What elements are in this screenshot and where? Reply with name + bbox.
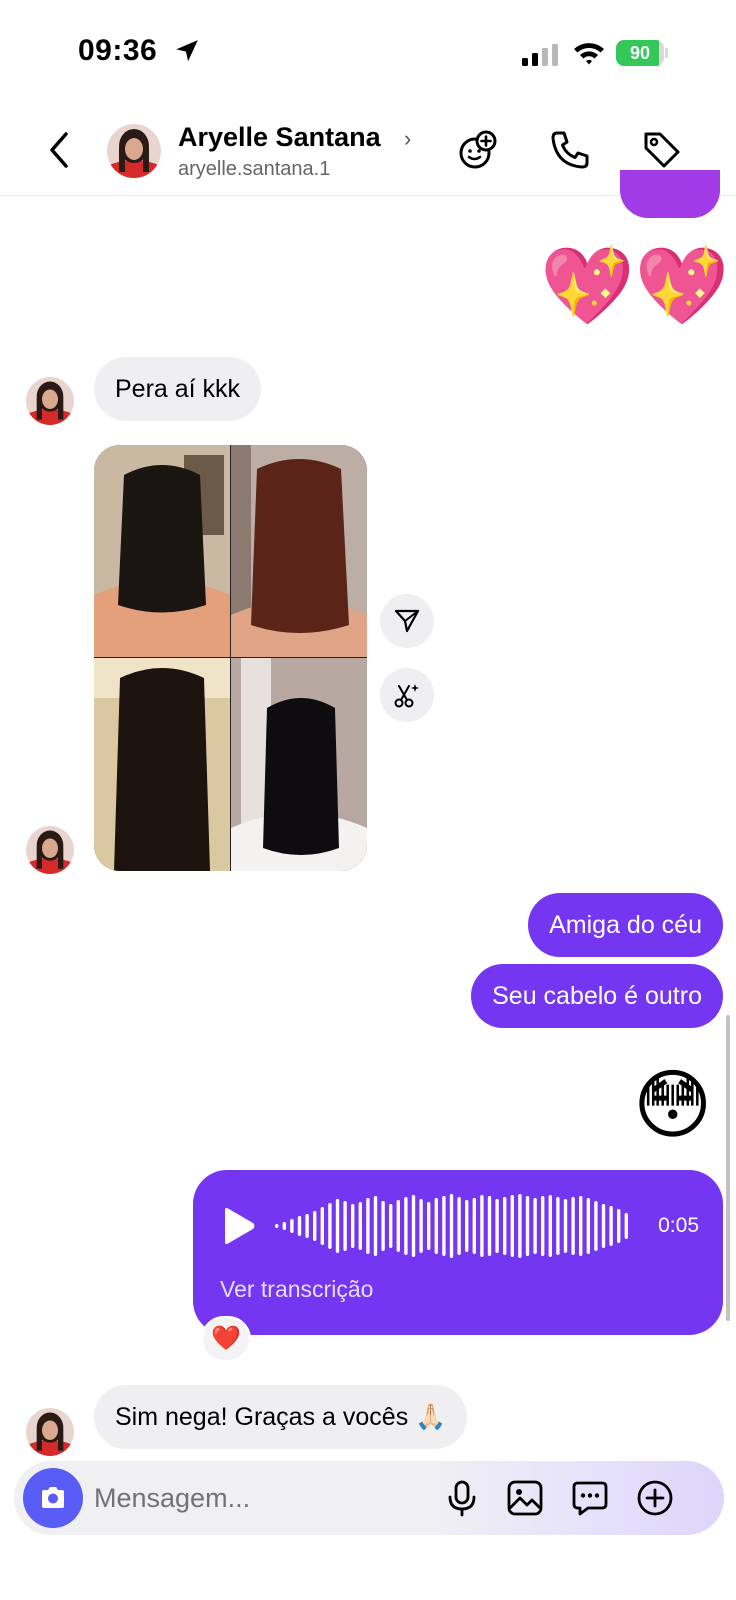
status-time: 09:36: [78, 34, 158, 67]
add-sticker-icon[interactable]: [456, 128, 500, 172]
emoji-message-flushed[interactable]: 😳: [633, 1063, 712, 1149]
waveform-bar: [434, 1198, 438, 1254]
waveform-bar: [624, 1213, 628, 1239]
waveform-bar: [571, 1197, 575, 1255]
outgoing-message[interactable]: Seu cabelo é outro: [471, 964, 723, 1028]
waveform-bar: [525, 1196, 530, 1256]
waveform-bar: [366, 1198, 370, 1254]
sticker-chat-icon[interactable]: [570, 1478, 610, 1518]
wifi-icon: [574, 43, 604, 65]
waveform-bar: [487, 1196, 492, 1256]
contact-handle: aryelle.santana.1: [178, 158, 331, 180]
waveform-bar: [472, 1198, 476, 1254]
waveform-bar: [313, 1211, 317, 1241]
waveform-bar: [503, 1197, 507, 1255]
chevron-right-icon[interactable]: ›: [404, 126, 411, 152]
status-bar: 09:36 90: [0, 0, 736, 100]
waveform-bar: [282, 1222, 286, 1230]
waveform-bar: [297, 1216, 302, 1236]
waveform-bar: [373, 1196, 378, 1256]
phone-icon[interactable]: [548, 128, 592, 172]
message-composer: [14, 1461, 724, 1535]
waveform-bar: [586, 1198, 590, 1254]
waveform-bar: [320, 1207, 324, 1245]
waveform-bar: [541, 1196, 545, 1256]
camera-icon: [42, 1487, 64, 1508]
waveform-bar: [601, 1204, 606, 1248]
view-transcript-link[interactable]: Ver transcrição: [220, 1276, 373, 1303]
waveform-bar: [404, 1197, 408, 1255]
incoming-message[interactable]: Sim nega! Graças a vocês 🙏🏻: [94, 1385, 468, 1449]
tag-icon[interactable]: [640, 128, 684, 172]
waveform-bar: [495, 1199, 499, 1253]
waveform-bar: [563, 1199, 568, 1253]
waveform-bar: [518, 1194, 522, 1258]
waveform-bar: [351, 1204, 355, 1248]
camera-button[interactable]: [23, 1468, 83, 1528]
incoming-message[interactable]: Pera aí kkk: [94, 357, 262, 421]
avatar[interactable]: [107, 124, 161, 178]
audio-duration: 0:05: [658, 1214, 699, 1237]
send-icon: [394, 609, 420, 633]
ai-edit-button[interactable]: [380, 668, 434, 722]
waveform-bar: [442, 1196, 446, 1256]
waveform-bar: [381, 1201, 385, 1251]
waveform-bar: [510, 1195, 514, 1257]
waveform-bar: [457, 1197, 461, 1255]
photo-collage-message[interactable]: [94, 445, 367, 871]
waveform-bar: [548, 1195, 552, 1257]
waveform-bar: [396, 1200, 400, 1252]
waveform-bar: [305, 1214, 309, 1238]
outgoing-message[interactable]: Amiga do céu: [528, 893, 723, 957]
waveform-bar: [335, 1199, 340, 1253]
waveform-bar: [533, 1198, 537, 1254]
message-input[interactable]: [94, 1482, 424, 1514]
voice-message[interactable]: 0:05 Ver transcrição: [193, 1170, 723, 1335]
emoji-message-hearts[interactable]: 💖💖: [540, 244, 729, 330]
waveform-bar: [328, 1203, 332, 1249]
heart-reaction[interactable]: ❤️: [201, 1316, 251, 1362]
microphone-icon[interactable]: [442, 1478, 482, 1518]
hair-photo-3[interactable]: [94, 658, 230, 871]
scissors-sparkle-icon: [394, 684, 419, 708]
waveform-bar: [579, 1196, 583, 1256]
scrollbar[interactable]: [726, 1015, 730, 1321]
waveform-bar: [449, 1194, 454, 1258]
contact-name[interactable]: Aryelle Santana: [178, 122, 381, 153]
waveform-bar: [419, 1199, 423, 1253]
avatar[interactable]: [26, 826, 74, 874]
share-button[interactable]: [380, 594, 434, 648]
waveform-bar: [617, 1209, 621, 1243]
hair-photo-1[interactable]: [94, 445, 230, 657]
hair-photo-2[interactable]: [231, 445, 367, 657]
hair-photo-4[interactable]: [231, 658, 367, 871]
gallery-icon[interactable]: [505, 1478, 545, 1518]
waveform-bar: [411, 1195, 416, 1257]
outgoing-bubble-partial[interactable]: [620, 170, 720, 218]
battery-percent: 90: [629, 43, 651, 63]
avatar[interactable]: [26, 1408, 74, 1456]
avatar[interactable]: [26, 377, 74, 425]
plus-icon[interactable]: [635, 1478, 675, 1518]
waveform[interactable]: [271, 1188, 631, 1264]
waveform-bar: [609, 1206, 613, 1246]
waveform-bar: [465, 1200, 469, 1252]
waveform-bar: [290, 1219, 294, 1233]
location-arrow-icon: [176, 40, 198, 62]
waveform-bar: [594, 1201, 598, 1251]
play-icon[interactable]: [217, 1206, 257, 1246]
waveform-bar: [427, 1202, 431, 1250]
cellular-signal-icon: [522, 44, 558, 66]
waveform-bar: [275, 1224, 279, 1228]
waveform-bar: [389, 1204, 393, 1248]
waveform-bar: [480, 1195, 484, 1257]
back-icon[interactable]: [44, 130, 76, 170]
battery-icon: 90: [616, 40, 668, 66]
waveform-bar: [343, 1201, 347, 1251]
waveform-bar: [358, 1202, 362, 1250]
waveform-bar: [556, 1197, 560, 1255]
